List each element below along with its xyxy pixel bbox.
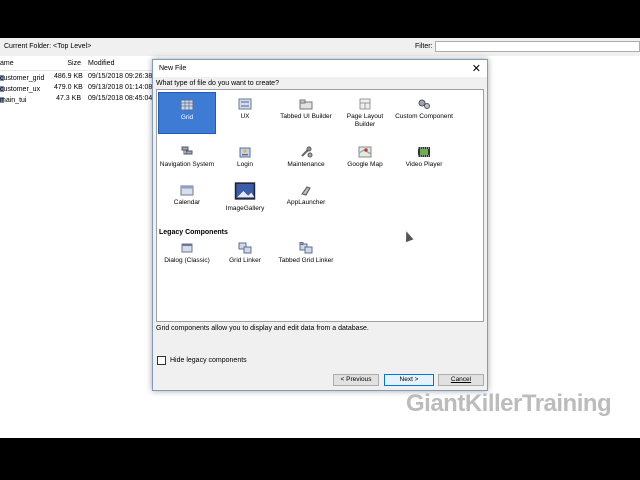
file-type-maintenance[interactable]: Maintenance	[277, 140, 335, 182]
file-type-video-player[interactable]: Video Player	[395, 140, 453, 182]
file-row[interactable]: customer_ux 479.0 KB 09/13/2018 01:14:08	[0, 82, 160, 93]
current-folder-label: Current Folder: <Top Level>	[4, 43, 92, 50]
hide-legacy-checkbox[interactable]: Hide legacy components	[157, 356, 247, 365]
file-type-navigation-system[interactable]: Navigation System	[158, 140, 216, 182]
file-list: ame Size Modified customer_grid 486.9 KB 0…	[0, 58, 160, 104]
dialog-title: New File	[159, 65, 187, 72]
file-row[interactable]: customer_grid 486.9 KB 09/15/2018 09:26:38	[0, 71, 160, 82]
file-type-grid-linker[interactable]: Grid Linker	[216, 236, 274, 278]
image-gallery-icon	[216, 180, 274, 202]
file-type-page-layout-builder[interactable]: Page Layout Builder	[336, 92, 394, 134]
filter-label: Filter:	[415, 43, 433, 50]
legacy-components-heading: Legacy Components	[159, 229, 228, 236]
new-file-dialog: New File ✕ What type of file do you want…	[152, 59, 488, 391]
file-type-applauncher[interactable]: AppLauncher	[277, 178, 335, 220]
file-type-label: Navigation System	[159, 161, 215, 168]
login-icon	[216, 146, 274, 158]
file-type-label: ImageGallery	[225, 205, 265, 212]
file-type-label: Custom Component	[395, 113, 453, 120]
navigation-system-icon	[158, 146, 216, 158]
grid-icon	[159, 99, 215, 111]
file-type-tabbed-grid-linker[interactable]: Tabbed Grid Linker	[277, 236, 335, 278]
file-type-label: Login	[237, 161, 253, 168]
file-modified: 09/15/2018 09:26:38	[88, 73, 153, 80]
file-size: 479.0 KB	[54, 84, 83, 91]
file-type-label: Grid	[180, 114, 194, 121]
grid-linker-icon	[216, 242, 274, 254]
calendar-icon	[158, 184, 216, 196]
column-header-name[interactable]: ame	[0, 60, 14, 67]
file-name-text: customer_ux	[0, 86, 41, 93]
file-size: 486.9 KB	[54, 73, 83, 80]
file-modified: 09/13/2018 01:14:08	[88, 84, 153, 91]
file-row[interactable]: main_tui 47.3 KB 09/15/2018 08:45:04	[0, 93, 160, 104]
file-type-label: Calendar	[173, 199, 201, 206]
tabbed-ui-builder-icon	[277, 98, 335, 110]
file-type-label: Maintenance	[287, 161, 325, 168]
file-type-grid[interactable]: Grid	[158, 92, 216, 134]
checkbox-box[interactable]	[157, 356, 166, 365]
previous-button[interactable]: < Previous	[333, 374, 379, 386]
app-launcher-icon	[277, 184, 335, 196]
file-type-label: AppLauncher	[286, 199, 326, 206]
cancel-label: Cancel	[450, 376, 472, 383]
file-type-imagegallery[interactable]: ImageGallery	[216, 178, 274, 220]
file-modified: 09/15/2018 08:45:04	[88, 95, 153, 102]
dialog-prompt: What type of file do you want to create?	[156, 80, 279, 87]
watermark: GiantKillerTraining	[406, 390, 612, 417]
filter-input[interactable]	[435, 41, 640, 52]
page-layout-builder-icon	[336, 98, 394, 110]
file-name-text: main_tui	[0, 97, 27, 104]
file-type-label: UX	[240, 113, 250, 120]
file-type-google-map[interactable]: Google Map	[336, 140, 394, 182]
custom-component-icon	[395, 98, 453, 110]
file-type-dialog-classic[interactable]: Dialog (Classic)	[158, 236, 216, 278]
file-type-label: Dialog (Classic)	[164, 257, 210, 264]
hide-legacy-label: Hide legacy components	[170, 357, 247, 364]
google-map-icon	[336, 146, 394, 158]
dialog-titlebar: New File ✕	[153, 60, 487, 77]
file-type-panel: Grid UX Tabbed UI Builder Page Layout Build…	[156, 89, 484, 322]
column-header-modified[interactable]: Modified	[88, 60, 114, 67]
file-type-label: Google Map	[347, 161, 383, 168]
file-type-ux[interactable]: UX	[216, 92, 274, 134]
tabbed-grid-linker-icon	[277, 242, 335, 254]
file-type-description: Grid components allow you to display and…	[156, 325, 369, 332]
file-name-text: customer_grid	[0, 75, 45, 82]
file-list-header: ame Size Modified	[0, 58, 160, 71]
next-button[interactable]: Next >	[384, 374, 434, 386]
video-player-icon	[395, 146, 453, 158]
file-type-label: Video Player	[405, 161, 443, 168]
ux-icon	[216, 98, 274, 110]
column-header-size[interactable]: Size	[54, 60, 81, 67]
file-size: 47.3 KB	[56, 95, 81, 102]
maintenance-icon	[277, 146, 335, 158]
file-type-login[interactable]: Login	[216, 140, 274, 182]
file-type-calendar[interactable]: Calendar	[158, 178, 216, 220]
file-type-label: Tabbed Grid Linker	[278, 257, 334, 264]
folder-bar: Current Folder: <Top Level> Filter:	[0, 38, 640, 56]
cancel-button[interactable]: Cancel	[438, 374, 484, 386]
file-type-custom-component[interactable]: Custom Component	[395, 92, 453, 134]
file-type-tabbed-ui-builder[interactable]: Tabbed UI Builder	[277, 92, 335, 134]
file-type-label: Grid Linker	[229, 257, 261, 264]
dialog-classic-icon	[158, 242, 216, 254]
file-type-label: Tabbed UI Builder	[280, 113, 332, 120]
file-type-label: Page Layout Builder	[346, 113, 384, 128]
close-icon[interactable]: ✕	[472, 62, 481, 75]
